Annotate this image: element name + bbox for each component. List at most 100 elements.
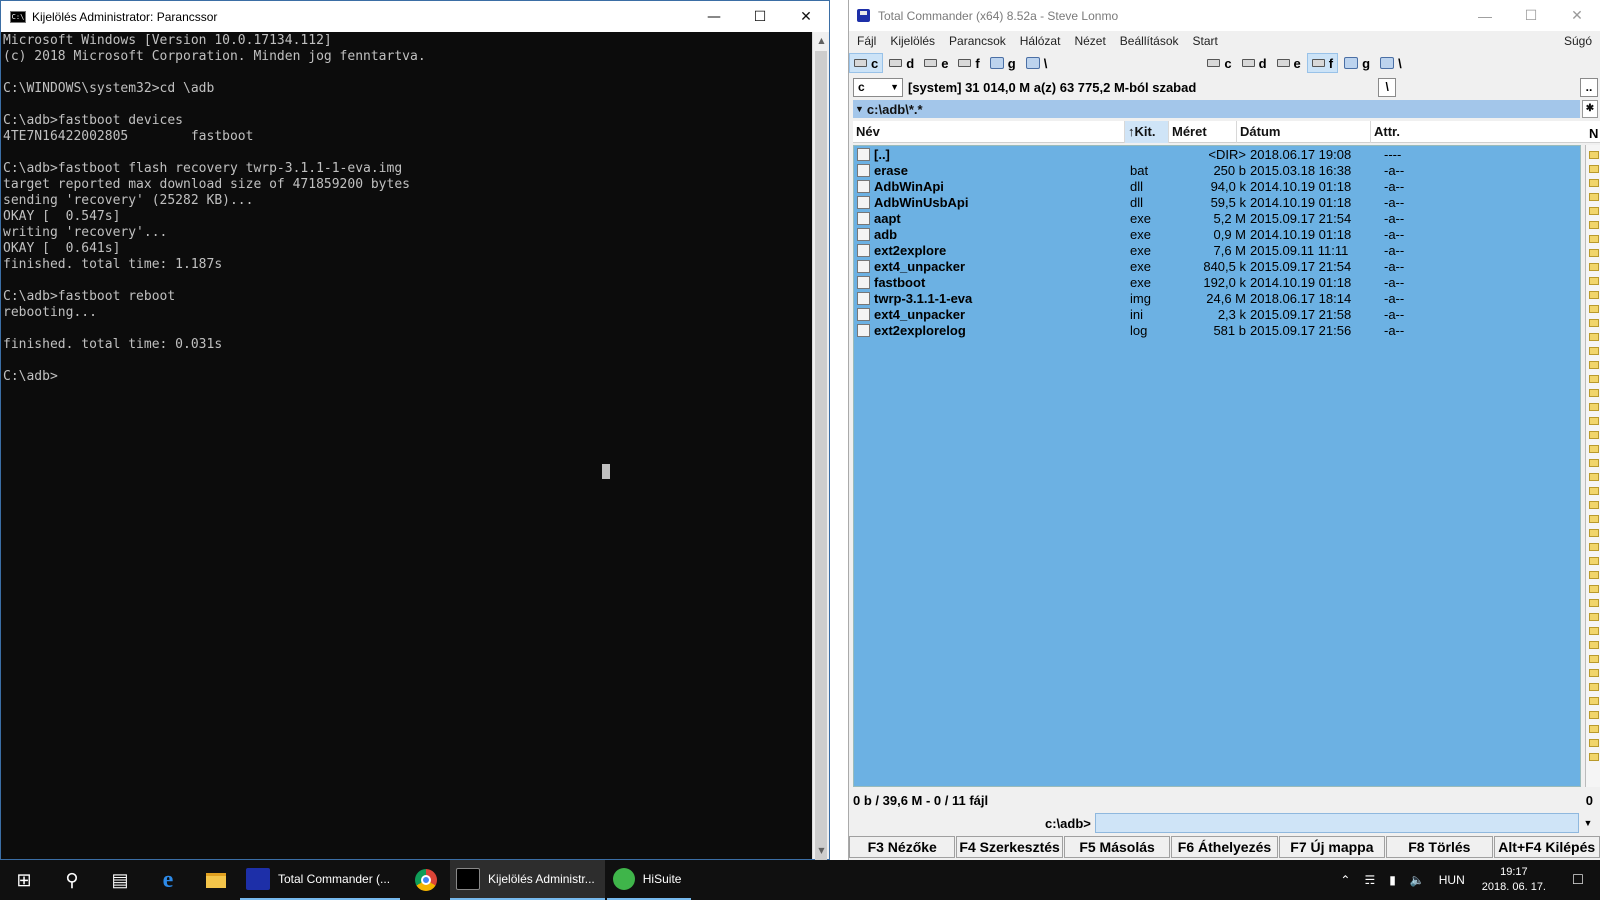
drive-button-network[interactable]: \ [1022, 53, 1052, 73]
column-header-ext[interactable]: ↑Kit. [1125, 120, 1169, 143]
taskbar-app-label: Kijelölés Administr... [488, 872, 595, 886]
maximize-button[interactable]: ☐ [737, 1, 783, 32]
file-name: ext2explore [874, 242, 947, 258]
cmd-titlebar[interactable]: C:\ Kijelölés Administrator: Parancssor … [1, 1, 829, 32]
network-drive-icon [1344, 57, 1359, 69]
minimize-button[interactable]: — [1462, 0, 1508, 31]
scroll-down-arrow[interactable]: ▼ [813, 842, 830, 859]
file-row[interactable]: adb exe 0,9 M 2014.10.19 01:18 -a-- [854, 226, 1580, 242]
edge-browser-icon[interactable]: e [144, 860, 192, 900]
menu-start[interactable]: Start [1193, 34, 1218, 48]
notification-icon[interactable]: □ [1556, 871, 1600, 889]
cmd-scrollbar[interactable]: ▲ ▼ [812, 32, 830, 871]
console-output[interactable]: Microsoft Windows [Version 10.0.17134.11… [3, 32, 811, 859]
search-icon[interactable]: ⚲ [48, 860, 96, 900]
total-commander-window[interactable]: Total Commander (x64) 8.52a - Steve Lonm… [848, 0, 1600, 860]
wifi-icon[interactable]: ☴ [1364, 873, 1375, 887]
root-button[interactable]: \ [1378, 77, 1397, 97]
file-date: 2014.10.19 01:18 [1250, 274, 1352, 290]
cmd-window[interactable]: C:\ Kijelölés Administrator: Parancssor … [0, 0, 830, 871]
file-explorer-icon[interactable] [192, 860, 240, 900]
right-panel-column-header[interactable]: N [1589, 126, 1598, 141]
drive-button-c[interactable]: c [849, 53, 884, 73]
file-row[interactable]: erase bat 250 b 2015.03.18 16:38 -a-- [854, 162, 1580, 178]
chevron-up-icon[interactable]: ⌃ [1340, 873, 1350, 887]
file-date: 2018.06.17 18:14 [1250, 290, 1352, 306]
windows-start-icon[interactable]: ⊞ [0, 860, 48, 900]
taskbar-app-total-commander[interactable]: Total Commander (... [240, 860, 401, 900]
right-drive-button-network[interactable]: \ [1376, 53, 1406, 73]
clock[interactable]: 19:17 2018. 06. 17. [1482, 865, 1546, 895]
language-indicator[interactable]: HUN [1439, 873, 1465, 887]
task-view-icon[interactable]: ▤ [96, 860, 144, 900]
scroll-thumb[interactable] [815, 51, 827, 871]
file-row[interactable]: AdbWinUsbApi dll 59,5 k 2014.10.19 01:18 -a-… [854, 194, 1580, 210]
column-header-size[interactable]: Méret [1169, 120, 1237, 143]
cmd-title: Kijelölés Administrator: Parancssor [32, 9, 218, 24]
f4-edit-button[interactable]: F4 Szerkesztés [956, 836, 1063, 858]
column-header-attr[interactable]: Attr. [1371, 121, 1581, 143]
taskbar-app-cmd[interactable]: Kijelölés Administr... [450, 860, 605, 900]
right-panel-sliver[interactable] [1585, 145, 1600, 787]
menu-select[interactable]: Kijelölés [890, 34, 935, 48]
drive-button-g[interactable]: g [986, 53, 1020, 73]
f6-move-button[interactable]: F6 Áthelyezés [1171, 836, 1278, 858]
close-button[interactable]: ✕ [1554, 0, 1600, 31]
altf4-exit-button[interactable]: Alt+F4 Kilépés [1493, 836, 1600, 858]
file-row[interactable]: fastboot exe 192,0 k 2014.10.19 01:18 -a-- [854, 274, 1580, 290]
folder-icon [1589, 361, 1599, 369]
menu-network[interactable]: Hálózat [1020, 34, 1061, 48]
folder-icon [1589, 697, 1599, 705]
menu-view[interactable]: Nézet [1074, 34, 1105, 48]
file-row[interactable]: AdbWinApi dll 94,0 k 2014.10.19 01:18 -a-- [854, 178, 1580, 194]
file-row[interactable]: ext2explore exe 7,6 M 2015.09.11 11:11 -a-- [854, 242, 1580, 258]
drive-info-bar: c ▼ [system] 31 014,0 M a(z) 63 775,2 M-… [849, 75, 1600, 99]
command-input[interactable] [1094, 813, 1579, 833]
star-button[interactable]: ✱ [1582, 100, 1598, 118]
drive-button-d[interactable]: d [885, 53, 918, 73]
right-drive-button-d[interactable]: d [1238, 53, 1271, 73]
file-date: 2015.09.17 21:56 [1250, 322, 1352, 338]
menu-settings[interactable]: Beállítások [1120, 34, 1179, 48]
file-row[interactable]: ext4_unpacker exe 840,5 k 2015.09.17 21:54 -… [854, 258, 1580, 274]
right-drive-button-c[interactable]: c [1203, 53, 1235, 73]
drive-button-f[interactable]: f [954, 53, 983, 73]
battery-icon[interactable]: ▮ [1389, 873, 1396, 887]
menu-file[interactable]: Fájl [857, 34, 876, 48]
menu-commands[interactable]: Parancsok [949, 34, 1006, 48]
scroll-up-arrow[interactable]: ▲ [813, 32, 830, 49]
file-row[interactable]: ext2explorelog log 581 b 2015.09.17 21:56 -a… [854, 322, 1580, 338]
folder-icon [1589, 669, 1599, 677]
f3-view-button[interactable]: F3 Nézőke [849, 836, 956, 858]
volume-icon[interactable]: 🔈 [1410, 873, 1425, 887]
f7-newfolder-button[interactable]: F7 Új mappa [1278, 836, 1386, 858]
menu-help[interactable]: Súgó [1564, 34, 1592, 48]
drive-button-e[interactable]: e [920, 53, 952, 73]
right-drive-button-e[interactable]: e [1273, 53, 1305, 73]
f5-copy-button[interactable]: F5 Másolás [1063, 836, 1171, 858]
drive-select[interactable]: c ▼ [853, 77, 903, 97]
maximize-button[interactable]: ☐ [1508, 0, 1554, 31]
taskbar-app-hisuite[interactable]: HiSuite [606, 860, 692, 900]
right-drive-button-g[interactable]: g [1340, 53, 1374, 73]
file-name: fastboot [874, 274, 926, 290]
column-header-name[interactable]: Név [853, 120, 1125, 143]
parent-dir-button[interactable]: .. [1579, 77, 1598, 97]
chevron-down-icon[interactable]: ▼ [1579, 818, 1597, 828]
folder-icon [1589, 613, 1599, 621]
f8-delete-button[interactable]: F8 Törlés [1386, 836, 1493, 858]
file-row[interactable]: ext4_unpacker ini 2,3 k 2015.09.17 21:58 -a-… [854, 306, 1580, 322]
right-drive-button-f[interactable]: f [1306, 53, 1339, 73]
file-row[interactable]: [..] <DIR> 2018.06.17 19:08 ---- [854, 146, 1580, 162]
file-row[interactable]: twrp-3.1.1-1-eva img 24,6 M 2018.06.17 18:1… [854, 290, 1580, 306]
minimize-button[interactable]: — [691, 1, 737, 32]
file-row[interactable]: aapt exe 5,2 M 2015.09.17 21:54 -a-- [854, 210, 1580, 226]
column-header-date[interactable]: Dátum [1237, 120, 1371, 143]
current-path-bar[interactable]: ▼ c:\adb\*.* ✱ ▼ [853, 100, 1598, 118]
file-date: 2015.09.17 21:54 [1250, 258, 1352, 274]
file-list-panel[interactable]: [..] <DIR> 2018.06.17 19:08 ---- erase bat 250… [853, 145, 1581, 787]
close-button[interactable]: ✕ [783, 1, 829, 32]
chrome-icon[interactable] [402, 860, 450, 900]
tc-titlebar[interactable]: Total Commander (x64) 8.52a - Steve Lonm… [849, 0, 1600, 31]
file-size: 24,6 M [1206, 290, 1246, 306]
